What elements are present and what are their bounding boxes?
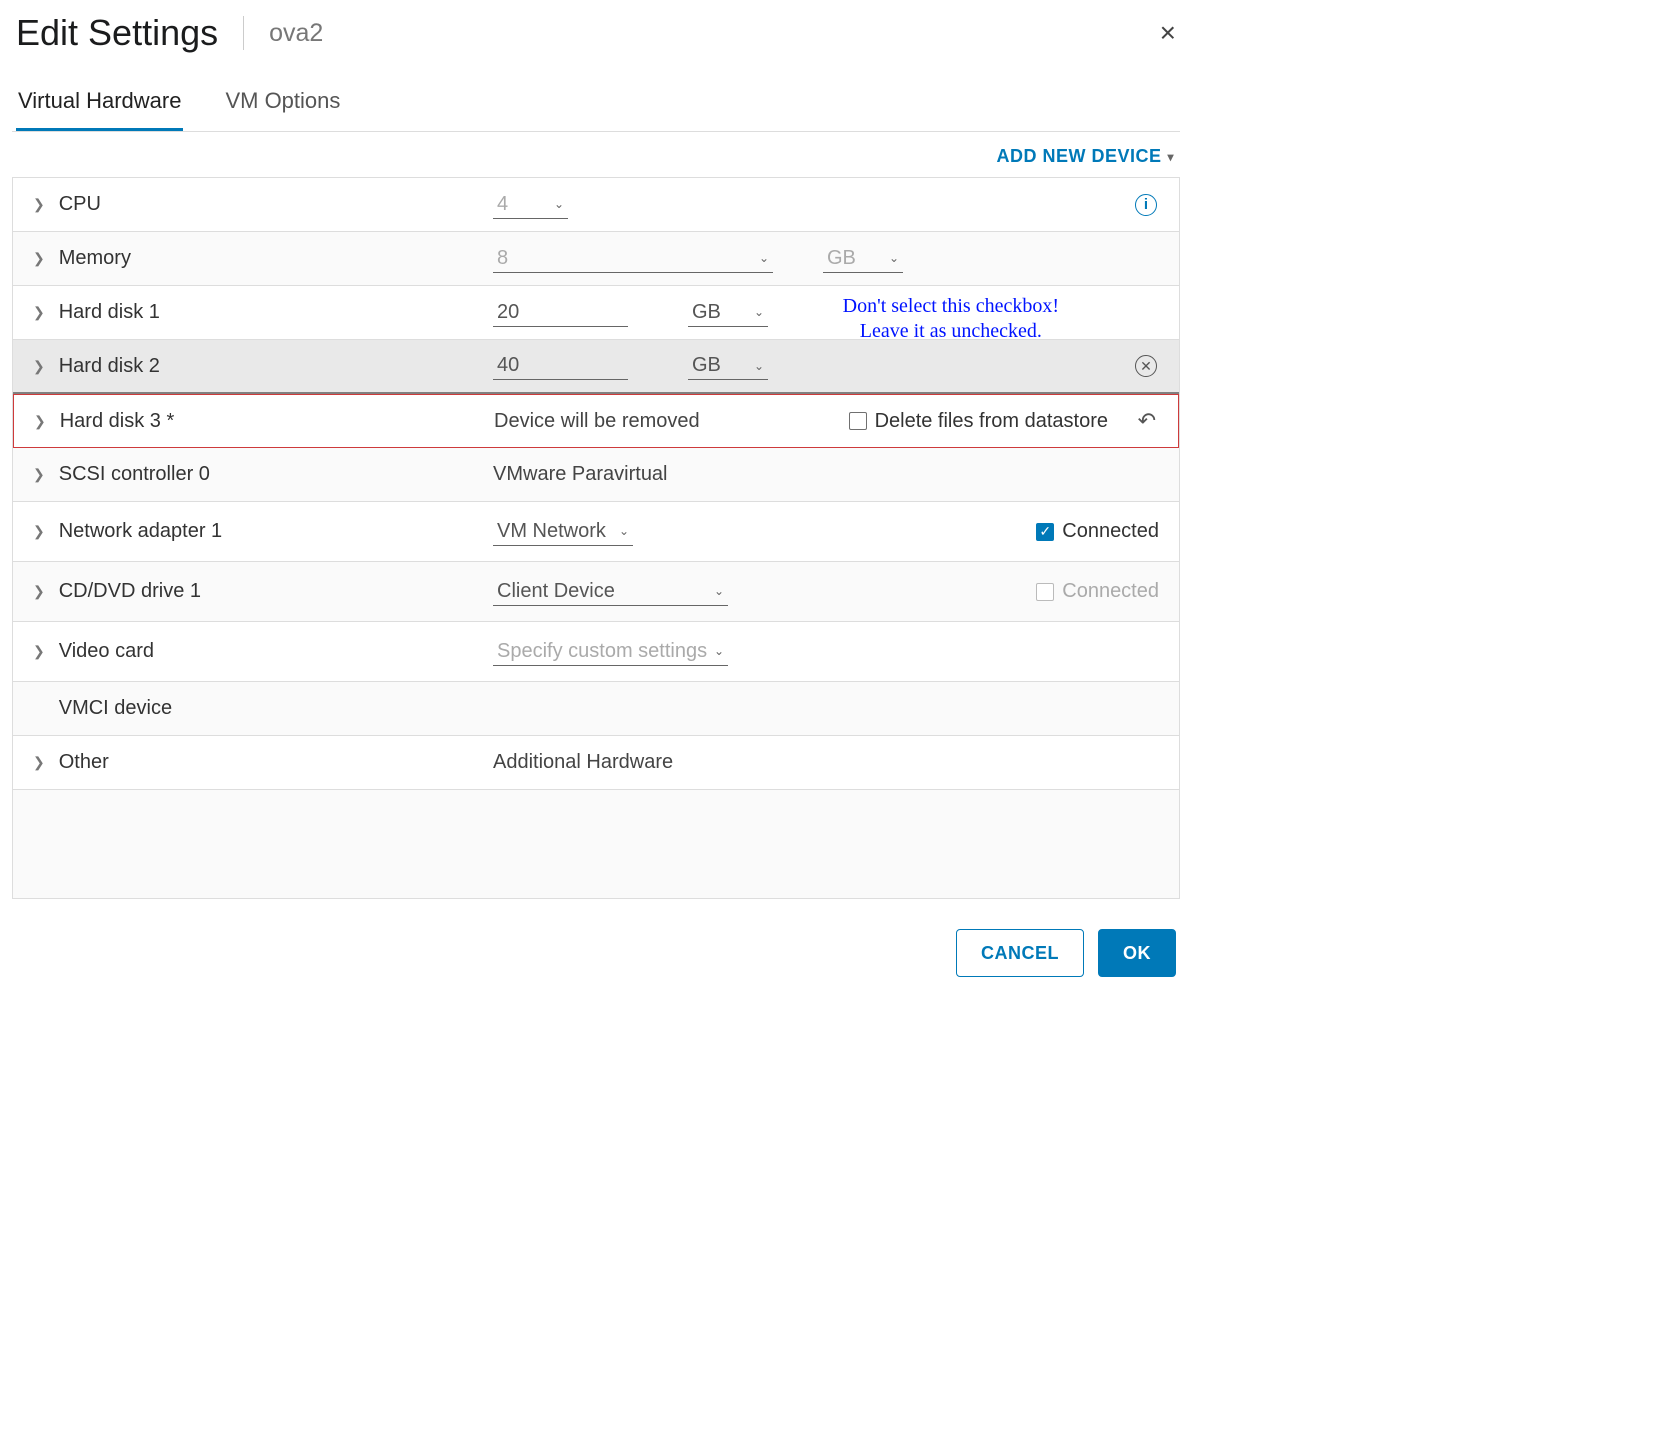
cpu-select[interactable]: 4 ⌄ xyxy=(493,191,568,219)
row-hard-disk-3: ❯ Hard disk 3 * Device will be removed D… xyxy=(13,394,1179,448)
chevron-down-icon: ⌄ xyxy=(554,197,564,211)
annotation-callout: Don't select this checkbox! Leave it as … xyxy=(843,294,1059,344)
chevron-right-icon[interactable]: ❯ xyxy=(33,196,45,213)
other-label: Other xyxy=(59,751,109,774)
cpu-label: CPU xyxy=(59,193,101,216)
video-label: Video card xyxy=(59,640,154,663)
dialog-header: Edit Settings ova2 × xyxy=(12,8,1180,64)
cpu-value: 4 xyxy=(497,193,508,216)
cd-device-select[interactable]: Client Device ⌄ xyxy=(493,578,728,606)
hd3-label: Hard disk 3 * xyxy=(60,410,175,433)
memory-unit-select[interactable]: GB ⌄ xyxy=(823,245,903,273)
net-label: Network adapter 1 xyxy=(59,520,222,543)
hd1-value: 20 xyxy=(497,301,519,324)
dialog-footer: CANCEL OK xyxy=(12,899,1180,981)
close-icon[interactable]: × xyxy=(1156,15,1180,51)
empty-row xyxy=(13,790,1179,898)
add-new-device-button[interactable]: ADD NEW DEVICE ▾ xyxy=(996,146,1174,167)
remove-device-icon[interactable]: ✕ xyxy=(1135,355,1157,377)
tab-virtual-hardware[interactable]: Virtual Hardware xyxy=(16,82,183,131)
chevron-right-icon[interactable]: ❯ xyxy=(33,250,45,267)
chevron-down-icon: ⌄ xyxy=(889,251,899,265)
video-value: Specify custom settings xyxy=(497,640,707,663)
title-divider xyxy=(243,16,244,50)
chevron-down-icon: ⌄ xyxy=(619,524,629,538)
cd-label: CD/DVD drive 1 xyxy=(59,580,201,603)
network-select[interactable]: VM Network ⌄ xyxy=(493,518,633,546)
hd3-status: Device will be removed xyxy=(494,410,700,433)
memory-label: Memory xyxy=(59,247,131,270)
row-cpu: ❯ CPU 4 ⌄ i xyxy=(13,178,1179,232)
hd2-label: Hard disk 2 xyxy=(59,355,160,378)
row-vmci-device: ❯ VMCI device xyxy=(13,682,1179,736)
net-connected-checkbox[interactable]: ✓ xyxy=(1036,523,1054,541)
chevron-right-icon[interactable]: ❯ xyxy=(33,358,45,375)
cd-connected-container: Connected xyxy=(1036,580,1159,603)
row-cd-dvd-drive: ❯ CD/DVD drive 1 Client Device ⌄ Connect… xyxy=(13,562,1179,622)
vmci-label: VMCI device xyxy=(59,697,172,720)
hd1-unit-select[interactable]: GB ⌄ xyxy=(688,299,768,327)
delete-files-checkbox-container[interactable]: Delete files from datastore xyxy=(849,410,1108,433)
chevron-right-icon[interactable]: ❯ xyxy=(33,304,45,321)
chevron-down-icon: ▾ xyxy=(1167,150,1174,164)
cancel-button[interactable]: CANCEL xyxy=(956,929,1084,977)
memory-input[interactable]: 8 ⌄ xyxy=(493,245,773,273)
scsi-label: SCSI controller 0 xyxy=(59,463,210,486)
annotation-line1: Don't select this checkbox! xyxy=(843,294,1059,319)
other-value: Additional Hardware xyxy=(493,751,673,774)
cd-connected-checkbox xyxy=(1036,583,1054,601)
chevron-down-icon: ⌄ xyxy=(754,359,764,373)
net-connected-container[interactable]: ✓ Connected xyxy=(1036,520,1159,543)
hd2-size-input[interactable]: 40 xyxy=(493,352,628,380)
hd1-label: Hard disk 1 xyxy=(59,301,160,324)
undo-icon[interactable]: ↶ xyxy=(1138,408,1156,434)
cd-value: Client Device xyxy=(497,580,615,603)
chevron-down-icon: ⌄ xyxy=(754,305,764,319)
row-scsi-controller: ❯ SCSI controller 0 VMware Paravirtual xyxy=(13,448,1179,502)
net-connected-label: Connected xyxy=(1062,520,1159,543)
hd1-size-input[interactable]: 20 xyxy=(493,299,628,327)
hd1-unit: GB xyxy=(692,301,721,324)
row-other: ❯ Other Additional Hardware xyxy=(13,736,1179,790)
add-new-device-label: ADD NEW DEVICE xyxy=(996,146,1161,167)
info-icon[interactable]: i xyxy=(1135,194,1157,216)
delete-files-checkbox[interactable] xyxy=(849,412,867,430)
tab-bar: Virtual Hardware VM Options xyxy=(12,82,1180,132)
chevron-right-icon[interactable]: ❯ xyxy=(33,523,45,540)
delete-files-label: Delete files from datastore xyxy=(875,410,1108,433)
row-hard-disk-2: Don't select this checkbox! Leave it as … xyxy=(13,340,1179,394)
chevron-right-icon[interactable]: ❯ xyxy=(33,754,45,771)
vm-name: ova2 xyxy=(269,19,323,48)
row-video-card: ❯ Video card Specify custom settings ⌄ xyxy=(13,622,1179,682)
cd-connected-label: Connected xyxy=(1062,580,1159,603)
tab-vm-options[interactable]: VM Options xyxy=(223,82,342,131)
hd2-unit-select[interactable]: GB ⌄ xyxy=(688,352,768,380)
dialog-title: Edit Settings xyxy=(16,12,218,54)
chevron-right-icon[interactable]: ❯ xyxy=(34,413,46,430)
chevron-down-icon: ⌄ xyxy=(714,584,724,598)
memory-value: 8 xyxy=(497,247,508,270)
hd2-value: 40 xyxy=(497,354,519,377)
chevron-right-icon[interactable]: ❯ xyxy=(33,466,45,483)
chevron-down-icon: ⌄ xyxy=(714,644,724,658)
row-network-adapter: ❯ Network adapter 1 VM Network ⌄ ✓ Conne… xyxy=(13,502,1179,562)
ok-button[interactable]: OK xyxy=(1098,929,1176,977)
chevron-right-icon[interactable]: ❯ xyxy=(33,643,45,660)
video-select[interactable]: Specify custom settings ⌄ xyxy=(493,638,728,666)
hardware-table: ❯ CPU 4 ⌄ i ❯ Memory 8 ⌄ xyxy=(12,177,1180,899)
chevron-right-icon[interactable]: ❯ xyxy=(33,583,45,600)
annotation-line2: Leave it as unchecked. xyxy=(843,319,1059,344)
row-memory: ❯ Memory 8 ⌄ GB ⌄ xyxy=(13,232,1179,286)
network-value: VM Network xyxy=(497,520,606,543)
scsi-value: VMware Paravirtual xyxy=(493,463,668,486)
memory-unit: GB xyxy=(827,247,856,270)
hd2-unit: GB xyxy=(692,354,721,377)
chevron-down-icon: ⌄ xyxy=(759,251,769,265)
